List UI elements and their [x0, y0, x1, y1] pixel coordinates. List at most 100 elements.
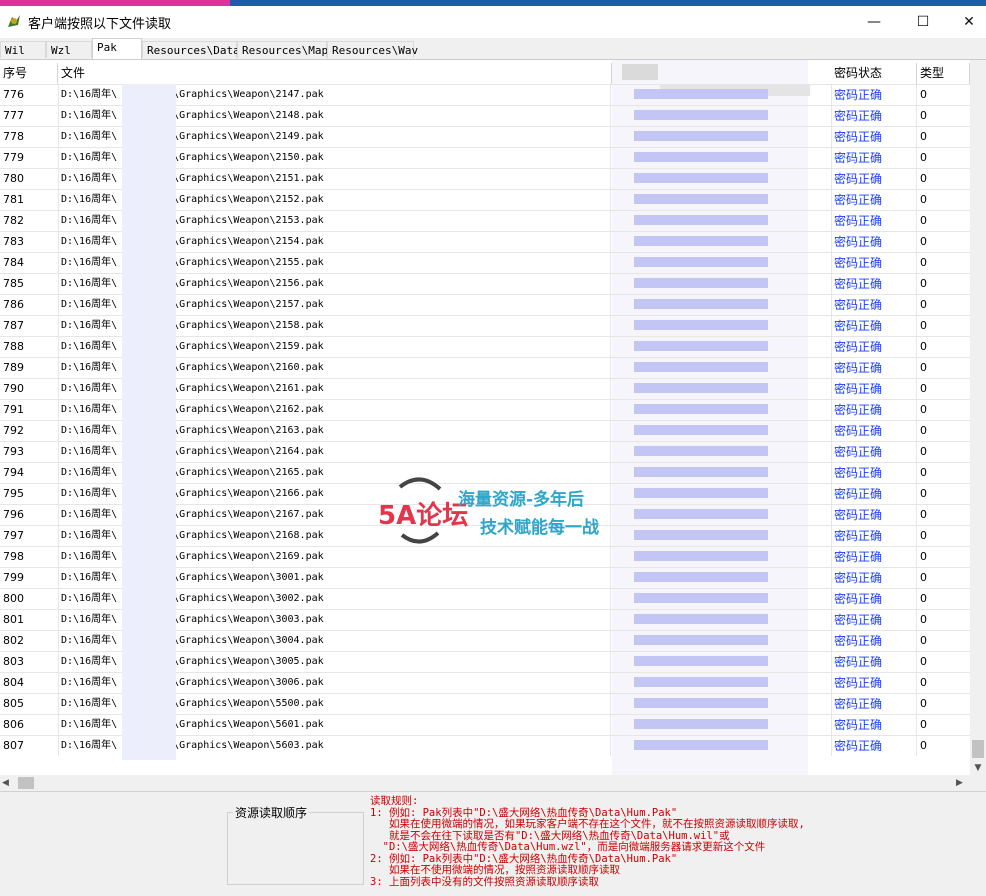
row-file-prefix: D:\16周年\ — [61, 278, 118, 289]
row-file-prefix: D:\16周年\ — [61, 677, 118, 688]
tab-wzl[interactable]: Wzl — [46, 41, 92, 58]
row-file-prefix: D:\16周年\ — [61, 530, 118, 541]
row-password-status: 密码正确 — [834, 193, 883, 207]
scroll-left-arrow[interactable]: ◀ — [2, 775, 9, 791]
row-type: 0 — [920, 172, 927, 185]
rule-line: 如果在不使用微端的情况，按照资源读取顺序读取 — [370, 864, 620, 876]
row-file-prefix: D:\16周年\ — [61, 593, 118, 604]
app-icon — [8, 15, 20, 27]
row-file-suffix: \Graphics\Weapon\2157.pak — [173, 299, 324, 310]
redacted-bar — [634, 89, 768, 99]
maximize-button[interactable]: ☐ — [900, 8, 946, 36]
close-button[interactable]: ✕ — [946, 8, 986, 36]
redacted-bar — [634, 341, 768, 351]
row-type: 0 — [920, 109, 927, 122]
column-divider — [58, 84, 59, 756]
row-index: 787 — [3, 319, 24, 332]
row-type: 0 — [920, 550, 927, 563]
row-type: 0 — [920, 445, 927, 458]
row-type: 0 — [920, 424, 927, 437]
row-type: 0 — [920, 739, 927, 752]
taskbar-strip — [0, 0, 986, 6]
row-index: 798 — [3, 550, 24, 563]
row-file-prefix: D:\16周年\ — [61, 299, 118, 310]
redacted-bar — [634, 656, 768, 666]
row-file-suffix: \Graphics\Weapon\3004.pak — [173, 635, 324, 646]
vertical-scroll-thumb[interactable] — [972, 740, 984, 758]
tab-resources-data[interactable]: Resources\Data — [142, 41, 240, 58]
row-file-prefix: D:\16周年\ — [61, 635, 118, 646]
row-password-status: 密码正确 — [834, 634, 883, 648]
row-password-status: 密码正确 — [834, 697, 883, 711]
row-file-suffix: \Graphics\Weapon\2148.pak — [173, 110, 324, 121]
row-file-prefix: D:\16周年\ — [61, 698, 118, 709]
redacted-bar — [634, 404, 768, 414]
minimize-button[interactable]: — — [851, 8, 897, 36]
taskbar-strip-highlight — [0, 0, 230, 6]
redacted-bar — [634, 572, 768, 582]
row-index: 800 — [3, 592, 24, 605]
row-type: 0 — [920, 277, 927, 290]
watermark-line2: 技术赋能每一战 — [480, 518, 599, 538]
vertical-scrollbar[interactable] — [970, 60, 986, 776]
row-file-prefix: D:\16周年\ — [61, 131, 118, 142]
redacted-bar — [634, 614, 768, 624]
redacted-path-segment — [122, 84, 176, 760]
horizontal-scroll-thumb[interactable] — [18, 777, 34, 789]
row-password-status: 密码正确 — [834, 424, 883, 438]
row-type: 0 — [920, 508, 927, 521]
title-bar: 客户端按照以下文件读取 — ☐ ✕ — [0, 0, 986, 38]
row-file-suffix: \Graphics\Weapon\2162.pak — [173, 404, 324, 415]
tab-wil[interactable]: Wil — [0, 41, 46, 58]
row-type: 0 — [920, 340, 927, 353]
scroll-right-arrow[interactable]: ▶ — [956, 775, 963, 791]
row-file-prefix: D:\16周年\ — [61, 551, 118, 562]
redacted-bar — [634, 278, 768, 288]
tab-resources-map[interactable]: Resources\Map — [237, 41, 328, 58]
row-password-status: 密码正确 — [834, 214, 883, 228]
row-type: 0 — [920, 298, 927, 311]
row-index: 780 — [3, 172, 24, 185]
scroll-down-arrow[interactable]: ▼ — [970, 760, 986, 776]
row-password-status: 密码正确 — [834, 739, 883, 753]
row-password-status: 密码正确 — [834, 382, 883, 396]
row-file-suffix: \Graphics\Weapon\2147.pak — [173, 89, 324, 100]
row-type: 0 — [920, 235, 927, 248]
row-password-status: 密码正确 — [834, 718, 883, 732]
redacted-bar — [634, 173, 768, 183]
row-type: 0 — [920, 634, 927, 647]
row-index: 782 — [3, 214, 24, 227]
resource-order-box[interactable] — [227, 812, 364, 885]
file-list[interactable]: 序号 文件 密码状态 类型 776 D:\16周年\ \Graphics\Weapo… — [0, 59, 986, 776]
row-type: 0 — [920, 382, 927, 395]
row-index: 805 — [3, 697, 24, 710]
row-type: 0 — [920, 403, 927, 416]
column-header-file[interactable]: 文件 — [58, 63, 612, 84]
column-header-password-status[interactable]: 密码状态 — [831, 63, 917, 84]
redacted-bar — [634, 593, 768, 603]
rule-line: 读取规则: — [370, 795, 419, 807]
row-index: 799 — [3, 571, 24, 584]
horizontal-scrollbar[interactable] — [0, 775, 970, 791]
row-type: 0 — [920, 529, 927, 542]
row-index: 777 — [3, 109, 24, 122]
row-file-suffix: \Graphics\Weapon\3001.pak — [173, 572, 324, 583]
row-index: 803 — [3, 655, 24, 668]
read-rules-text: 读取规则: 1: 例如: Pak列表中"D:\盛大网络\热血传奇\Data\Hum… — [370, 795, 970, 888]
redacted-bar — [634, 488, 768, 498]
column-header-index[interactable]: 序号 — [0, 63, 58, 84]
tab-resources-wav[interactable]: Resources\Wav — [327, 41, 418, 58]
row-file-prefix: D:\16周年\ — [61, 236, 118, 247]
redacted-bar — [634, 509, 768, 519]
row-file-suffix: \Graphics\Weapon\2165.pak — [173, 467, 324, 478]
row-type: 0 — [920, 613, 927, 626]
row-type: 0 — [920, 256, 927, 269]
row-file-prefix: D:\16周年\ — [61, 446, 118, 457]
tab-pak[interactable]: Pak — [92, 38, 142, 59]
row-file-prefix: D:\16周年\ — [61, 110, 118, 121]
row-index: 795 — [3, 487, 24, 500]
row-file-suffix: \Graphics\Weapon\2166.pak — [173, 488, 324, 499]
row-file-prefix: D:\16周年\ — [61, 320, 118, 331]
column-divider — [610, 84, 611, 756]
column-header-type[interactable]: 类型 — [917, 63, 970, 84]
